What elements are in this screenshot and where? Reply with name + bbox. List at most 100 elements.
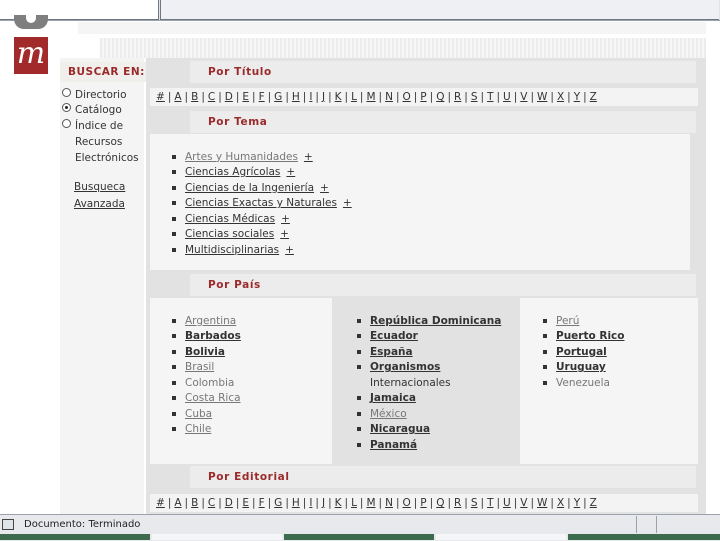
alphabet-letter-link[interactable]: X [557,497,564,509]
alphabet-letter-link[interactable]: U [503,497,511,509]
alphabet-letter-link[interactable]: E [242,91,249,103]
alphabet-letter-link[interactable]: Z [590,91,597,103]
pais-item[interactable]: Cuba [172,406,241,422]
alphabet-letter-link[interactable]: Y [574,91,580,103]
alphabet-letter-link[interactable]: P [420,497,426,509]
alphabet-letter-link[interactable]: # [156,91,165,103]
pais-item[interactable]: España [357,344,501,360]
pais-item[interactable]: Brasil [172,360,241,376]
alphabet-letter-link[interactable]: W [537,497,547,509]
alphabet-letter-link[interactable]: O [402,91,410,103]
tema-label[interactable]: Ciencias de la Ingeniería [185,182,314,194]
radio-catalogo[interactable]: Catálogo [62,102,122,118]
alphabet-letter-link[interactable]: D [225,91,233,103]
pais-label[interactable]: Uruguay [556,361,606,373]
pais-item[interactable]: Organismos [357,360,501,376]
tema-item[interactable]: Artes y Humanidades + [172,149,352,165]
pais-label[interactable]: Panamá [370,439,417,451]
pais-label[interactable]: República Dominicana [370,315,501,327]
radio-button-catalogo[interactable] [62,103,71,112]
alphabet-letter-link[interactable]: C [208,497,215,509]
alphabet-letter-link[interactable]: J [322,497,325,509]
alphabet-letter-link[interactable]: T [487,91,493,103]
alphabet-letter-link[interactable]: M [366,91,375,103]
pais-label[interactable]: Puerto Rico [556,330,624,342]
alphabet-letter-link[interactable]: T [487,497,493,509]
alphabet-letter-link[interactable]: # [156,497,165,509]
alphabet-letter-link[interactable]: S [471,91,478,103]
pais-item[interactable]: Bolivia [172,344,241,360]
pais-label[interactable]: Portugal [556,346,607,358]
pais-label[interactable]: Bolivia [185,346,225,358]
tema-item[interactable]: Ciencias Médicas + [172,211,352,227]
pais-label[interactable]: Nicaragua [370,423,430,435]
alphabet-letter-link[interactable]: Q [436,91,444,103]
alphabet-letter-link[interactable]: R [454,91,461,103]
alphabet-letter-link[interactable]: K [335,497,342,509]
alphabet-letter-link[interactable]: H [292,91,300,103]
alphabet-letter-link[interactable]: B [191,497,198,509]
alphabet-letter-link[interactable]: X [557,91,564,103]
expand-plus-icon[interactable]: + [304,151,313,163]
pais-label[interactable]: Venezuela [556,377,610,389]
alphabet-letter-link[interactable]: Q [436,497,444,509]
alphabet-letter-link[interactable]: J [322,91,325,103]
alphabet-letter-link[interactable]: H [292,497,300,509]
tema-item[interactable]: Multidisciplinarias + [172,242,352,258]
pais-label[interactable]: México [370,408,407,420]
alphabet-letter-link[interactable]: R [454,497,461,509]
alphabet-letter-link[interactable]: S [471,497,478,509]
alphabet-letter-link[interactable]: N [385,497,393,509]
pais-label[interactable]: Argentina [185,315,236,327]
tema-label[interactable]: Ciencias Médicas [185,213,275,225]
pais-label[interactable]: Colombia [185,377,234,389]
tema-label[interactable]: Ciencias Exactas y Naturales [185,197,337,209]
pais-label[interactable]: Cuba [185,408,212,420]
pais-label[interactable]: Chile [185,423,211,435]
pais-item[interactable]: Barbados [172,329,241,345]
tema-label[interactable]: Multidisciplinarias [185,244,279,256]
tema-item[interactable]: Ciencias Agrícolas + [172,165,352,181]
pais-item[interactable]: Portugal [543,344,624,360]
pais-item[interactable]: Perú [543,313,624,329]
pais-label[interactable]: Brasil [185,361,214,373]
alphabet-letter-link[interactable]: B [191,91,198,103]
alphabet-letter-link[interactable]: U [503,91,511,103]
tema-item[interactable]: Ciencias Exactas y Naturales + [172,196,352,212]
advanced-search-link-line1[interactable]: Busqueca [74,179,125,196]
tema-item[interactable]: Ciencias de la Ingeniería + [172,180,352,196]
alphabet-letter-link[interactable]: L [351,91,357,103]
pais-label[interactable]: Barbados [185,330,241,342]
alphabet-letter-link[interactable]: L [351,497,357,509]
alphabet-letter-link[interactable]: C [208,91,215,103]
pais-item[interactable]: México [357,406,501,422]
pais-item[interactable]: Puerto Rico [543,329,624,345]
pais-label[interactable]: Perú [556,315,579,327]
alphabet-letter-link[interactable]: I [309,497,312,509]
alphabet-letter-link[interactable]: O [402,497,410,509]
pais-item[interactable]: Nicaragua [357,422,501,438]
alphabet-letter-link[interactable]: D [225,497,233,509]
pais-label[interactable]: Jamaica [370,392,416,404]
expand-plus-icon[interactable]: + [285,244,294,256]
alphabet-letter-link[interactable]: F [259,497,265,509]
expand-plus-icon[interactable]: + [343,197,352,209]
alphabet-letter-link[interactable]: E [242,497,249,509]
logo[interactable]: m [14,37,48,74]
alphabet-letter-link[interactable]: F [259,91,265,103]
radio-indice[interactable]: Índice de [62,118,123,134]
alphabet-letter-link[interactable]: M [366,497,375,509]
alphabet-letter-link[interactable]: W [537,91,547,103]
expand-plus-icon[interactable]: + [281,213,290,225]
pais-item[interactable]: Colombia [172,375,241,391]
pais-item[interactable]: Chile [172,422,241,438]
pais-item[interactable]: República Dominicana [357,313,501,329]
alphabet-letter-link[interactable]: Y [574,497,580,509]
pais-label[interactable]: España [370,346,413,358]
expand-plus-icon[interactable]: + [286,166,295,178]
pais-item[interactable]: Panamá [357,437,501,453]
tema-item[interactable]: Ciencias sociales + [172,227,352,243]
alphabet-letter-link[interactable]: N [385,91,393,103]
alphabet-letter-link[interactable]: K [335,91,342,103]
alphabet-letter-link[interactable]: Z [590,497,597,509]
